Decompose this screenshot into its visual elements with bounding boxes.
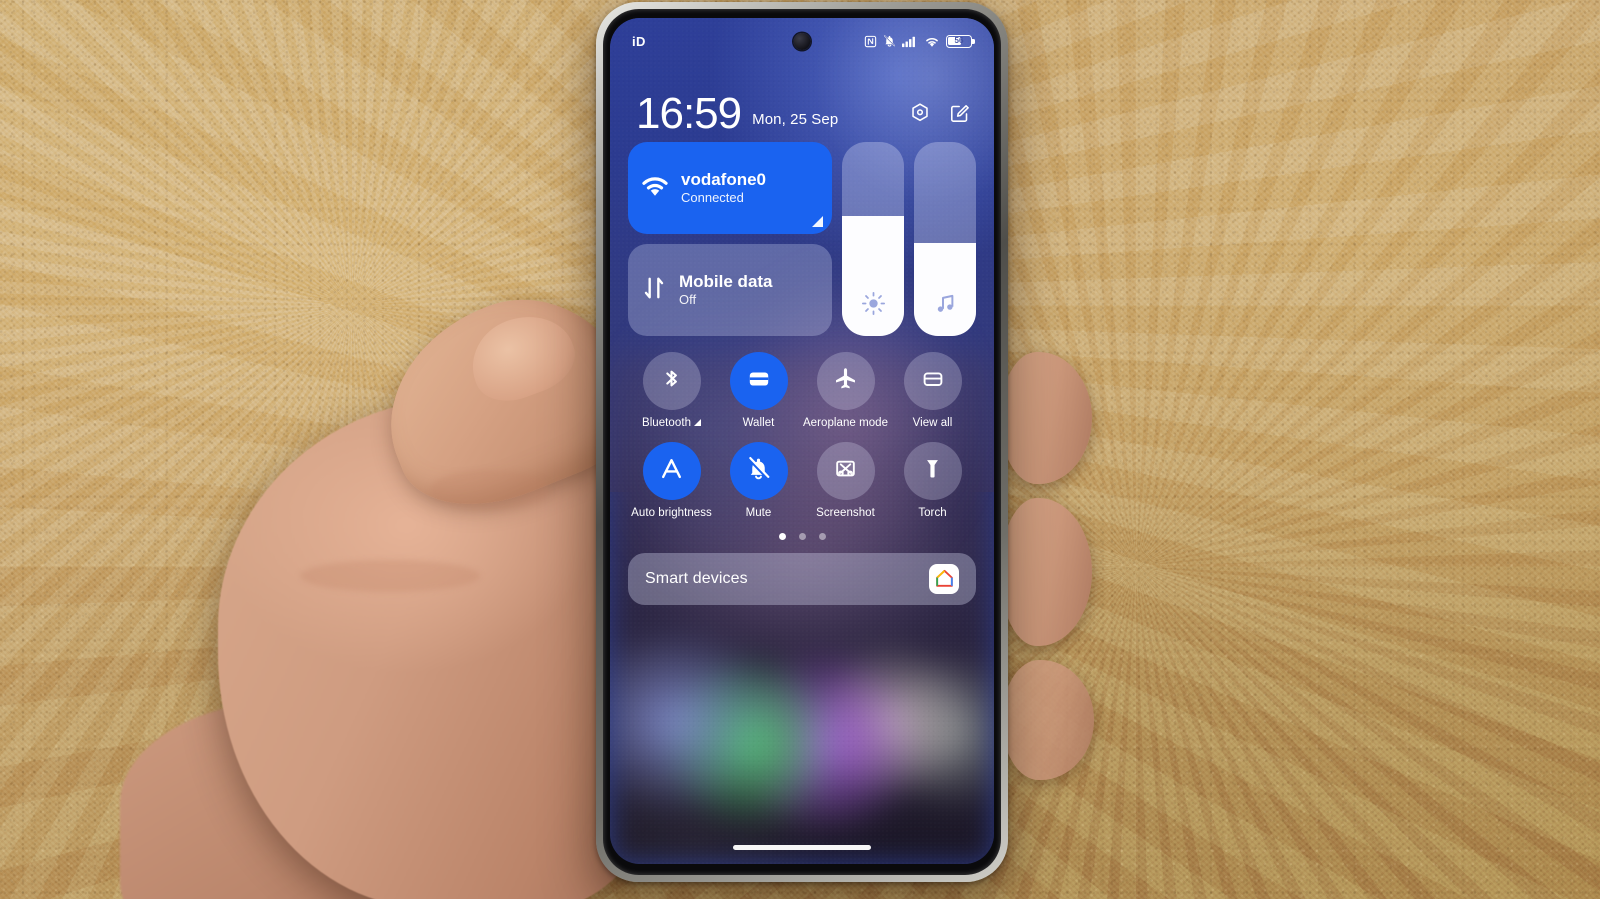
brightness-icon <box>861 291 886 321</box>
mobile-data-status: Off <box>679 291 697 307</box>
auto-brightness-button[interactable] <box>642 441 701 500</box>
home-gesture-bar[interactable] <box>733 845 871 850</box>
smart-devices-panel[interactable]: Smart devices <box>628 552 976 605</box>
wifi-tile[interactable]: vodafone0 Connected <box>628 142 832 234</box>
toggle-mute[interactable]: Mute <box>715 441 802 520</box>
mute-icon <box>883 34 896 48</box>
wifi-status: Connected <box>681 189 744 205</box>
mobile-data-texts: Mobile data Off <box>679 272 773 308</box>
phone-screen[interactable]: iD 56 16:59 Mon, 25 Sep vodafone0 Connec… <box>610 18 994 864</box>
carrier-label: iD <box>632 33 646 49</box>
battery-percent: 56 <box>954 36 964 45</box>
toggle-torch[interactable]: Torch <box>889 441 976 520</box>
status-icons: 56 <box>864 34 975 48</box>
header-actions <box>909 102 970 129</box>
big-tiles-column: vodafone0 Connected Mobile data Off <box>628 142 832 336</box>
toggle-auto-brightness-label: Auto brightness <box>631 506 712 519</box>
wifi-tile-texts: vodafone0 Connected <box>681 170 766 206</box>
smart-devices-label: Smart devices <box>645 569 748 587</box>
mobile-data-icon <box>640 275 668 306</box>
wifi-network-name: vodafone0 <box>681 169 767 189</box>
aeroplane-mode-button[interactable] <box>816 352 875 410</box>
screenshot-icon <box>833 456 858 486</box>
expand-corner-icon[interactable] <box>812 216 823 227</box>
nfc-icon <box>864 35 877 48</box>
clock-date: Mon, 25 Sep <box>752 111 839 128</box>
wifi-icon <box>640 174 670 203</box>
toggle-torch-label: Torch <box>918 506 947 519</box>
toggle-wallet-label: Wallet <box>742 417 775 429</box>
toggle-screenshot[interactable]: Screenshot <box>802 441 889 520</box>
expand-corner-icon[interactable] <box>694 419 702 427</box>
mobile-data-title: Mobile data <box>679 271 773 291</box>
toggle-view-all-label: View all <box>912 417 953 429</box>
front-camera-icon <box>793 33 811 50</box>
toggle-aeroplane-mode[interactable]: Aeroplane mode <box>802 352 889 430</box>
toggle-view-all[interactable]: View all <box>889 352 976 430</box>
toggle-grid: Bluetooth Wallet Aeroplane mode View all… <box>628 352 976 520</box>
music-note-icon <box>933 291 958 321</box>
toggle-screenshot-label: Screenshot <box>816 506 875 519</box>
quick-settings-panel: vodafone0 Connected Mobile data Off Blue… <box>610 142 994 864</box>
phone-bezel: iD 56 16:59 Mon, 25 Sep vodafone0 Connec… <box>603 9 1001 875</box>
wallet-icon <box>747 367 771 396</box>
bell-off-icon <box>746 456 771 486</box>
toggle-bluetooth[interactable]: Bluetooth <box>628 352 715 430</box>
mute-button[interactable] <box>729 441 788 500</box>
battery-icon: 56 <box>946 34 975 48</box>
smartphone-device: iD 56 16:59 Mon, 25 Sep vodafone0 Connec… <box>596 2 1008 882</box>
torch-icon <box>920 456 945 486</box>
settings-icon[interactable] <box>909 102 931 129</box>
torch-button[interactable] <box>903 441 962 500</box>
quick-settings-top-row: vodafone0 Connected Mobile data Off <box>628 142 976 336</box>
clock-header: 16:59 Mon, 25 Sep <box>610 76 994 138</box>
brightness-slider[interactable] <box>842 142 904 336</box>
toggle-bluetooth-label: Bluetooth <box>641 417 692 429</box>
volume-slider[interactable] <box>914 142 976 336</box>
edit-icon[interactable] <box>949 103 970 129</box>
wifi-icon <box>924 35 940 48</box>
mobile-data-tile[interactable]: Mobile data Off <box>628 244 832 336</box>
google-home-icon[interactable] <box>929 563 959 594</box>
page-dot[interactable] <box>778 532 786 540</box>
page-dot[interactable] <box>798 532 806 540</box>
letter-a-icon <box>658 455 685 487</box>
bluetooth-icon <box>659 366 684 396</box>
wallet-icon <box>921 367 945 396</box>
toggle-aeroplane-mode-label: Aeroplane mode <box>802 417 889 429</box>
view-all-button[interactable] <box>903 352 962 410</box>
bluetooth-button[interactable] <box>642 352 701 410</box>
wallet-button[interactable] <box>729 352 788 410</box>
toggle-mute-label: Mute <box>745 506 772 519</box>
page-indicator[interactable] <box>628 532 976 540</box>
aeroplane-icon <box>833 366 858 396</box>
screenshot-button[interactable] <box>816 441 875 500</box>
clock-time: 16:59 <box>636 88 742 138</box>
toggle-wallet[interactable]: Wallet <box>715 352 802 430</box>
toggle-bluetooth-label-wrap: Bluetooth <box>641 417 702 430</box>
page-dot[interactable] <box>818 532 826 540</box>
volume-slider-fill <box>914 242 976 336</box>
toggle-auto-brightness[interactable]: Auto brightness <box>628 441 715 520</box>
signal-icon <box>902 35 918 48</box>
